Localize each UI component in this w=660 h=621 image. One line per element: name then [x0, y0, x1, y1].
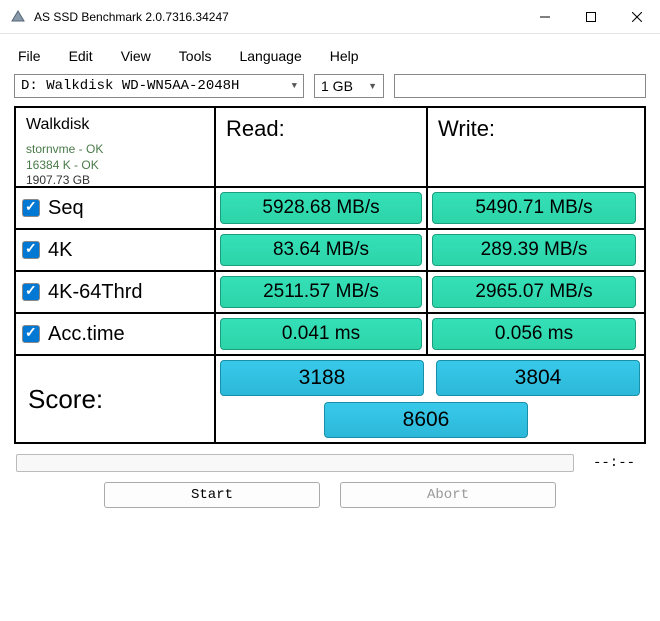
menu-edit[interactable]: Edit [69, 48, 93, 64]
maximize-button[interactable] [568, 0, 614, 33]
menu-help[interactable]: Help [330, 48, 359, 64]
4k64-write: 2965.07 MB/s [432, 276, 636, 308]
titlebar: AS SSD Benchmark 2.0.7316.34247 [0, 0, 660, 34]
minimize-button[interactable] [522, 0, 568, 33]
4k-label: 4K [48, 239, 72, 262]
acc-checkbox[interactable] [22, 325, 40, 343]
start-button[interactable]: Start [104, 482, 320, 508]
close-button[interactable] [614, 0, 660, 33]
progress-area: --:-- [16, 454, 644, 472]
seq-checkbox[interactable] [22, 199, 40, 217]
acc-read: 0.041 ms [220, 318, 422, 350]
driver-status: stornvme - OK [26, 142, 204, 158]
progress-time: --:-- [584, 455, 644, 471]
4k64-read: 2511.57 MB/s [220, 276, 422, 308]
progress-bar [16, 454, 574, 472]
results-grid: Walkdisk stornvme - OK 16384 K - OK 1907… [14, 106, 646, 444]
score-write: 3804 [436, 360, 640, 396]
acc-label: Acc.time [48, 323, 125, 346]
read-header: Read: [216, 108, 428, 186]
4k-write: 289.39 MB/s [432, 234, 636, 266]
alignment-status: 16384 K - OK [26, 158, 204, 174]
blank-field[interactable] [394, 74, 646, 98]
chevron-down-icon: ▼ [292, 81, 297, 91]
4k64-label: 4K-64Thrd [48, 281, 143, 304]
window-controls [522, 0, 660, 33]
4k-checkbox[interactable] [22, 241, 40, 259]
toolbar: D: Walkdisk WD-WN5AA-2048H ▼ 1 GB ▼ [14, 74, 646, 98]
drive-select-value: D: Walkdisk WD-WN5AA-2048H [21, 78, 239, 94]
seq-read: 5928.68 MB/s [220, 192, 422, 224]
app-icon [10, 9, 26, 25]
score-area: 3188 3804 8606 [216, 356, 644, 442]
seq-label: Seq [48, 197, 84, 220]
4k-read: 83.64 MB/s [220, 234, 422, 266]
acc-write: 0.056 ms [432, 318, 636, 350]
disk-name: Walkdisk [26, 116, 204, 134]
size-select-value: 1 GB [321, 78, 353, 94]
menu-language[interactable]: Language [239, 48, 301, 64]
score-read: 3188 [220, 360, 424, 396]
button-bar: Start Abort [14, 482, 646, 508]
score-total: 8606 [324, 402, 528, 438]
drive-select[interactable]: D: Walkdisk WD-WN5AA-2048H ▼ [14, 74, 304, 98]
menu-view[interactable]: View [121, 48, 151, 64]
chevron-down-icon: ▼ [368, 81, 377, 91]
abort-button[interactable]: Abort [340, 482, 556, 508]
score-label: Score: [16, 356, 216, 442]
size-select[interactable]: 1 GB ▼ [314, 74, 384, 98]
menu-file[interactable]: File [18, 48, 41, 64]
capacity: 1907.73 GB [26, 173, 204, 189]
info-cell: Walkdisk stornvme - OK 16384 K - OK 1907… [16, 108, 216, 186]
write-header: Write: [428, 108, 640, 186]
seq-write: 5490.71 MB/s [432, 192, 636, 224]
menubar: File Edit View Tools Language Help [14, 42, 646, 74]
window-title: AS SSD Benchmark 2.0.7316.34247 [34, 10, 522, 24]
menu-tools[interactable]: Tools [179, 48, 212, 64]
4k64-checkbox[interactable] [22, 283, 40, 301]
